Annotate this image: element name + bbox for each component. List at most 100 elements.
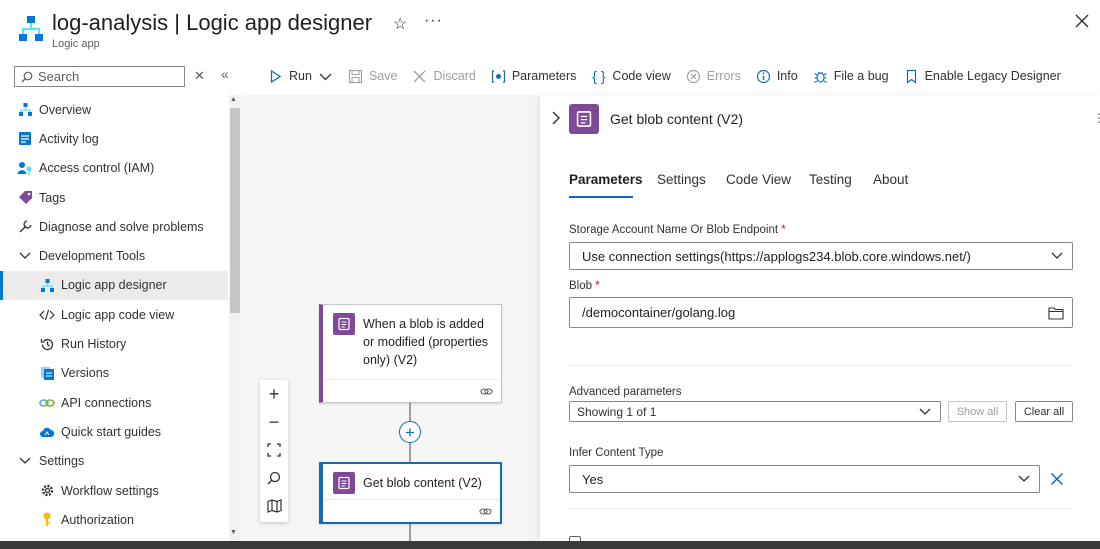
enable-legacy-designer-button[interactable]: Enable Legacy Designer	[904, 69, 1061, 84]
bookmark-icon	[904, 69, 919, 84]
sidebar-item-overview[interactable]: Overview	[0, 95, 228, 124]
clear-search-icon[interactable]: ✕	[194, 68, 205, 84]
infer-content-type-dropdown[interactable]: Yes	[569, 465, 1040, 493]
braces-icon: { }	[592, 68, 606, 84]
run-button[interactable]: Run	[268, 69, 333, 84]
sidebar-group-settings[interactable]: Settings	[0, 447, 228, 476]
get-blob-content-node[interactable]: Get blob content (V2)	[319, 462, 502, 524]
advanced-parameters-dropdown[interactable]: Showing 1 of 1	[569, 401, 941, 422]
sidebar-scrollbar-thumb[interactable]	[230, 108, 240, 313]
chevron-down-icon	[1051, 252, 1063, 259]
save-label: Save	[368, 69, 398, 83]
connection-field-label: Storage Account Name Or Blob Endpoint *	[569, 224, 786, 236]
blob-path-input[interactable]: /democontainer/golang.log	[569, 297, 1073, 328]
page-title: log-analysis | Logic app designer	[52, 10, 373, 35]
sidebar-item-versions[interactable]: Versions	[0, 359, 228, 388]
tab-code-view[interactable]: Code View	[726, 172, 791, 187]
sidebar-item-label: Overview	[39, 102, 92, 117]
sidebar-item-logic-app-designer[interactable]: Logic app designer	[0, 270, 228, 301]
sidebar-item-code-view[interactable]: Logic app code view	[0, 300, 228, 329]
sidebar-item-workflow-settings[interactable]: Workflow settings	[0, 476, 228, 505]
sidebar-item-quick-start[interactable]: Quick start guides	[0, 417, 228, 446]
folder-icon[interactable]	[1048, 306, 1064, 320]
sidebar-item-access-control[interactable]: Access control (IAM)	[0, 154, 228, 183]
sidebar-item-label: API connections	[61, 395, 152, 410]
minimap-button[interactable]	[260, 492, 288, 520]
vertical-ellipsis-icon[interactable]: ⋮	[1093, 111, 1100, 125]
file-bug-button[interactable]: File a bug	[813, 69, 889, 84]
info-button[interactable]: Info	[756, 69, 798, 84]
search-icon	[267, 471, 281, 485]
file-bug-label: File a bug	[833, 69, 889, 83]
show-all-button[interactable]: Show all	[948, 401, 1007, 422]
search-canvas-button[interactable]	[260, 464, 288, 492]
chevron-down-icon	[1018, 475, 1030, 482]
search-box[interactable]	[14, 66, 185, 87]
key-icon	[39, 512, 55, 528]
connection-link-icon	[479, 508, 492, 515]
save-icon	[348, 69, 363, 84]
zoom-in-button[interactable]: +	[260, 380, 288, 408]
sidebar-item-tags[interactable]: Tags	[0, 183, 228, 212]
scroll-down-icon[interactable]: ▼	[230, 529, 237, 536]
overview-icon	[17, 102, 33, 118]
search-icon	[21, 71, 33, 82]
history-icon	[39, 336, 55, 352]
infer-content-type-value: Yes	[582, 471, 604, 487]
search-input[interactable]	[38, 69, 178, 84]
parameters-button[interactable]: Parameters	[491, 69, 576, 84]
map-icon	[266, 499, 282, 513]
blob-storage-icon	[333, 313, 355, 335]
zoom-out-button[interactable]: −	[260, 408, 288, 436]
required-marker: *	[781, 224, 786, 236]
discard-icon	[412, 69, 427, 84]
action-title: Get blob content (V2)	[363, 476, 482, 490]
discard-button[interactable]: Discard	[412, 69, 476, 84]
tab-settings[interactable]: Settings	[657, 172, 706, 187]
logic-app-icon	[19, 16, 43, 41]
sidebar-item-label: Diagnose and solve problems	[39, 219, 204, 234]
connection-dropdown[interactable]: Use connection settings(https://applogs2…	[569, 242, 1073, 270]
save-button[interactable]: Save	[348, 69, 398, 84]
connection-value: Use connection settings(https://applogs2…	[582, 248, 971, 264]
clear-all-button[interactable]: Clear all	[1015, 401, 1073, 422]
tab-parameters[interactable]: Parameters	[569, 172, 643, 187]
advanced-parameters-value: Showing 1 of 1	[577, 404, 657, 419]
sidebar-item-label: Versions	[61, 366, 109, 381]
sidebar-item-diagnose[interactable]: Diagnose and solve problems	[0, 212, 228, 241]
star-outline-icon[interactable]: ☆	[393, 14, 407, 34]
sidebar-item-activity-log[interactable]: Activity log	[0, 124, 228, 153]
ellipsis-icon[interactable]: ···	[424, 12, 443, 30]
code-view-button[interactable]: { } Code view	[591, 68, 671, 84]
sidebar-item-authorization[interactable]: Authorization	[0, 505, 228, 534]
designer-icon	[39, 277, 55, 293]
chevron-down-icon	[919, 408, 931, 415]
error-icon	[686, 69, 701, 84]
fit-screen-icon	[267, 443, 281, 457]
sidebar-item-label: Development Tools	[39, 249, 146, 264]
remove-parameter-icon[interactable]	[1050, 472, 1064, 486]
tab-testing[interactable]: Testing	[809, 172, 852, 187]
tag-icon	[17, 190, 33, 206]
legacy-label: Enable Legacy Designer	[924, 69, 1061, 83]
fit-view-button[interactable]	[260, 436, 288, 464]
sidebar-item-api-connections[interactable]: API connections	[0, 388, 228, 417]
tab-about[interactable]: About	[873, 172, 908, 187]
scroll-up-icon[interactable]: ▲	[230, 96, 237, 103]
chevron-down-icon[interactable]	[318, 69, 333, 84]
required-marker: *	[595, 280, 600, 292]
blob-storage-icon	[333, 472, 355, 494]
designer-toolbar: Run Save Discard Parameters { } Code vie…	[268, 66, 1076, 86]
run-label: Run	[289, 69, 312, 83]
sidebar-group-development-tools[interactable]: Development Tools	[0, 241, 228, 270]
sidebar-item-run-history[interactable]: Run History	[0, 329, 228, 358]
add-step-button[interactable]: +	[399, 421, 421, 443]
chevron-right-icon[interactable]	[551, 111, 561, 125]
close-icon[interactable]	[1073, 12, 1091, 30]
discard-label: Discard	[433, 69, 476, 83]
collapse-sidebar-icon[interactable]: «	[221, 66, 229, 82]
chevron-down-icon	[17, 248, 33, 264]
errors-button[interactable]: Errors	[686, 69, 741, 84]
panel-title[interactable]: Get blob content (V2)	[610, 111, 743, 127]
trigger-node[interactable]: When a blob is added or modified (proper…	[319, 304, 502, 403]
